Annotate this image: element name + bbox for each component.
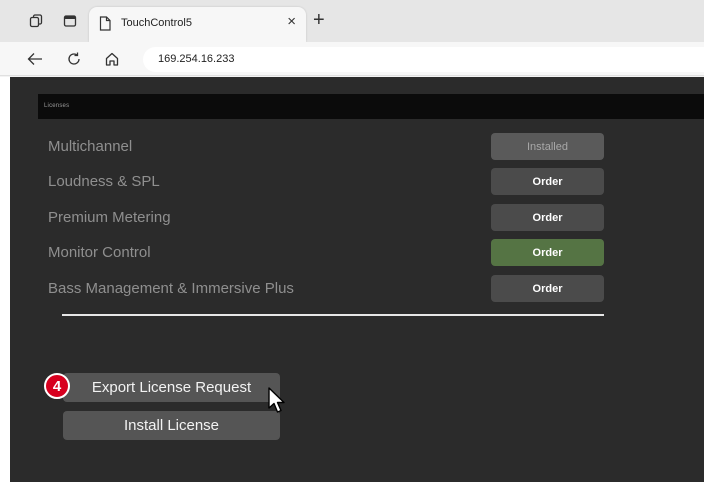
license-name: Multichannel	[48, 138, 133, 155]
tab-actions-icon[interactable]	[62, 13, 78, 29]
workspaces-icon[interactable]	[28, 13, 44, 29]
license-order-button[interactable]: Order	[491, 168, 604, 195]
license-name: Premium Metering	[48, 209, 171, 226]
license-order-button[interactable]: Order	[491, 204, 604, 231]
license-order-button[interactable]: Order	[491, 239, 604, 266]
install-license-button[interactable]: Install License	[63, 411, 280, 440]
license-order-button[interactable]: Order	[491, 275, 604, 302]
new-tab-button[interactable]: +	[313, 9, 325, 31]
license-row: Multichannel Installed	[48, 133, 604, 160]
tab-close-button[interactable]: ×	[287, 13, 296, 31]
tab-title: TouchControl5	[121, 17, 192, 29]
license-installed-button: Installed	[491, 133, 604, 160]
licenses-header: Licenses	[38, 94, 704, 119]
license-name: Bass Management & Immersive Plus	[48, 280, 294, 297]
back-icon[interactable]	[26, 50, 44, 68]
page-viewport: Licenses Multichannel Installed Loudness…	[0, 77, 704, 489]
export-license-request-button[interactable]: Export License Request	[63, 373, 280, 402]
divider	[62, 314, 604, 316]
license-row: Bass Management & Immersive Plus Order	[48, 275, 604, 302]
refresh-icon[interactable]	[65, 50, 83, 68]
home-icon[interactable]	[103, 50, 121, 68]
browser-window: TouchControl5 × + 169.254.16.233 License…	[0, 0, 704, 489]
license-row: Premium Metering Order	[48, 204, 604, 231]
license-row: Monitor Control Order	[48, 239, 604, 266]
browser-toolbar: 169.254.16.233	[0, 42, 704, 76]
address-bar[interactable]: 169.254.16.233	[143, 47, 704, 72]
mouse-pointer-icon	[268, 387, 288, 420]
section-title: Licenses	[44, 103, 70, 109]
license-row: Loudness & SPL Order	[48, 168, 604, 195]
tab-strip: TouchControl5 × +	[0, 0, 704, 42]
browser-tab[interactable]: TouchControl5 ×	[89, 7, 306, 42]
license-name: Monitor Control	[48, 244, 151, 261]
document-icon	[99, 16, 111, 36]
touchcontrol-app: Licenses Multichannel Installed Loudness…	[10, 77, 704, 482]
url-text: 169.254.16.233	[158, 53, 235, 65]
license-name: Loudness & SPL	[48, 173, 160, 190]
step-badge: 4	[44, 373, 70, 399]
